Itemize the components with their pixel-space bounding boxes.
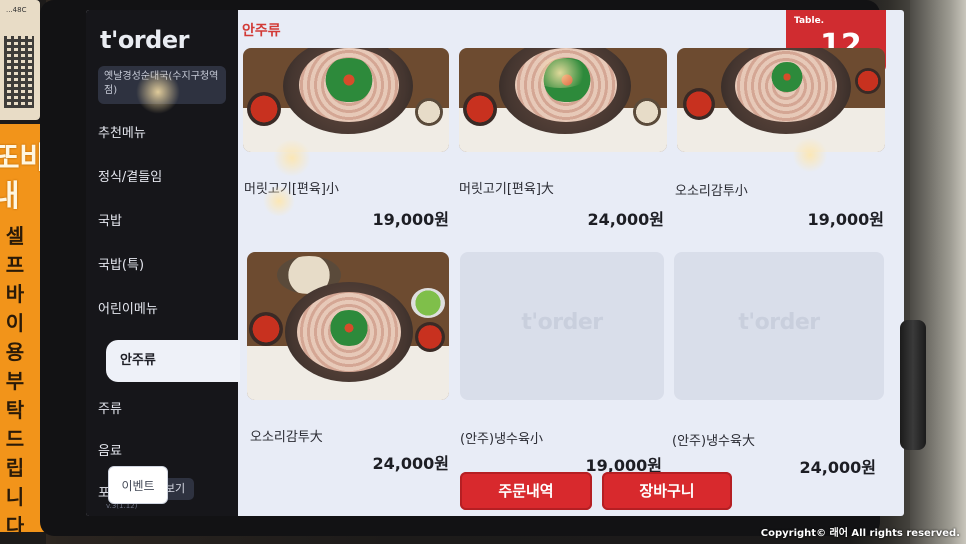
sidebar-item-gukbap[interactable]: 국밥 (98, 206, 122, 238)
menu-item-name: 머릿고기[편육]小 (244, 182, 339, 197)
background-window (910, 0, 966, 544)
menu-item-image-placeholder[interactable]: t'order (460, 252, 664, 400)
sign-char: 프 (5, 253, 25, 277)
sign-char: 립 (5, 456, 25, 480)
sidebar-item-recommended[interactable]: 추천메뉴 (98, 118, 146, 150)
event-button[interactable]: 이벤트 (108, 466, 168, 504)
sidebar-item-alcohol[interactable]: 주류 (98, 394, 122, 426)
photo-scene: ...48C 또바 내 셀 프 바 이 용 부 탁 드 립 니 다 ! t'or… (0, 0, 966, 544)
order-history-button[interactable]: 주문내역 (460, 472, 592, 510)
menu-item-price: 24,000원 (372, 454, 449, 473)
menu-item-name: 오소리감투小 (675, 184, 748, 199)
menu-item-price: 24,000원 (799, 458, 876, 477)
qr-code-label: ...48C (6, 6, 27, 14)
tablet-device: t'order 옛날경성순대국(수지구청역점) 추천메뉴 정식/곁들임 국밥 국… (40, 0, 904, 536)
torder-placeholder-logo: t'order (738, 310, 820, 335)
menu-item-image[interactable] (459, 48, 667, 152)
menu-item-image[interactable] (243, 48, 449, 152)
sidebar-item-gukbap-special[interactable]: 국밥(특) (98, 250, 144, 282)
cart-button[interactable]: 장바구니 (602, 472, 732, 510)
sign-char: 바 (5, 282, 25, 306)
tablet-cable (900, 320, 926, 450)
qr-code-card: ...48C (0, 0, 40, 120)
sign-char: 드 (5, 427, 25, 451)
qr-code-pattern (4, 36, 34, 108)
sign-char: 탁 (5, 398, 25, 422)
store-name: 옛날경성순대국(수지구청역점) (98, 66, 226, 104)
sidebar-item-set-meal[interactable]: 정식/곁들임 (98, 162, 162, 194)
sidebar-item-kids-menu[interactable]: 어린이메뉴 (98, 294, 158, 326)
sign-char: 셀 (5, 224, 25, 248)
table-label: Table. (794, 16, 825, 26)
sign-char: 이 (5, 311, 25, 335)
sign-char: 다 (5, 514, 25, 538)
sign-vertical-text: 셀 프 바 이 용 부 탁 드 립 니 다 ! (0, 222, 30, 544)
sidebar-item-beverage[interactable]: 음료 (98, 436, 122, 468)
torder-placeholder-logo: t'order (521, 310, 603, 335)
sign-char: 니 (5, 485, 25, 509)
category-title: 안주류 (242, 23, 281, 39)
menu-item-price: 19,000원 (807, 210, 884, 229)
sign-char: 부 (5, 369, 25, 393)
torder-logo: t'order (100, 26, 189, 54)
menu-item-price: 24,000원 (587, 210, 664, 229)
copyright-watermark: Copyright© 래어 All rights reserved. (760, 528, 960, 539)
menu-item-name: (안주)냉수육大 (672, 434, 755, 449)
menu-item-price: 19,000원 (372, 210, 449, 229)
category-sidebar: t'order 옛날경성순대국(수지구청역점) 추천메뉴 정식/곁들임 국밥 국… (86, 10, 240, 516)
menu-item-name: 오소리감투大 (250, 430, 323, 445)
menu-item-name: 머릿고기[편육]大 (459, 182, 554, 197)
tablet-screen: t'order 옛날경성순대국(수지구청역점) 추천메뉴 정식/곁들임 국밥 국… (86, 10, 904, 516)
menu-item-image[interactable] (247, 252, 449, 400)
menu-item-name: (안주)냉수육小 (460, 432, 543, 447)
menu-item-image[interactable] (677, 48, 885, 152)
sidebar-item-side-dishes[interactable]: 안주류 (106, 340, 240, 382)
sign-char: 용 (5, 340, 25, 364)
menu-item-image-placeholder[interactable]: t'order (674, 252, 884, 400)
